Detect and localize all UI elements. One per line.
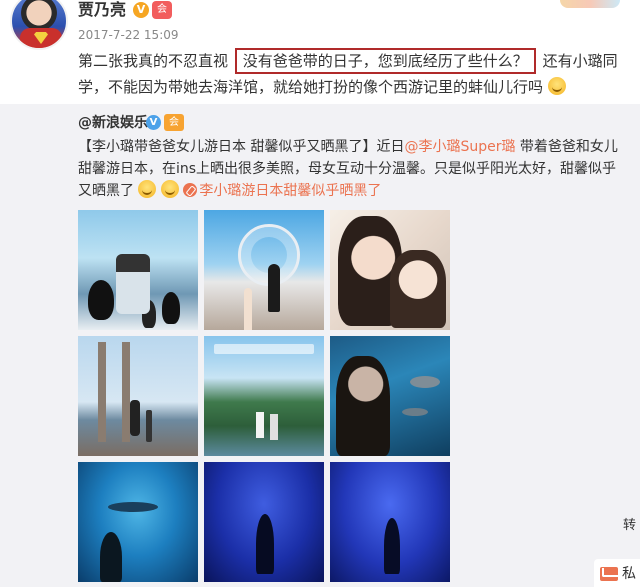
verified-badge-icon: V — [133, 2, 149, 18]
repost-text: 【李小璐带爸爸女儿游日本 甜馨似乎又晒黑了】近日@李小璐Super璐 带着爸爸和… — [78, 136, 626, 202]
photo-9[interactable] — [330, 462, 450, 582]
photo-2[interactable] — [204, 210, 324, 330]
laugh-emoji-icon — [138, 180, 157, 198]
repost-card: @新浪娱乐 V 会 【李小璐带爸爸女儿游日本 甜馨似乎又晒黑了】近日@李小璐Su… — [0, 104, 640, 587]
repost-topic: 【李小璐带爸爸女儿游日本 甜馨似乎又晒黑了】 — [78, 139, 377, 155]
author-name[interactable]: 贾乃亮 — [78, 0, 126, 20]
mention-link[interactable]: @李小璐Super璐 — [404, 139, 515, 155]
post-text: 第二张我真的不忍直视 没有爸爸带的日子，您到底经历了些什么？ 还有小璐同学，不能… — [78, 48, 623, 100]
post-text-before: 第二张我真的不忍直视 — [78, 52, 229, 70]
link-icon[interactable] — [183, 183, 198, 197]
photo-4[interactable] — [78, 336, 198, 456]
repost-member-icon: 会 — [164, 114, 184, 131]
laugh-emoji-icon-2 — [160, 180, 179, 198]
mail-icon — [600, 567, 618, 581]
repost-verified-icon: V — [146, 115, 161, 130]
member-badge-icon: 会 — [152, 1, 172, 19]
repost-text-1: 近日 — [376, 139, 405, 155]
photo-3[interactable] — [330, 210, 450, 330]
photo-6[interactable] — [330, 336, 450, 456]
photo-1[interactable] — [78, 210, 198, 330]
repost-author[interactable]: @新浪娱乐 — [78, 114, 148, 132]
private-message-label: 私 — [622, 566, 636, 582]
private-message-bar[interactable]: 私 — [594, 559, 640, 587]
article-link[interactable]: 李小璐游日本甜馨似乎晒黑了 — [199, 183, 381, 199]
card-decoration — [560, 0, 620, 8]
post-timestamp[interactable]: 2017-7-22 15:09 — [78, 28, 179, 42]
photo-8[interactable] — [204, 462, 324, 582]
photo-7[interactable] — [78, 462, 198, 582]
author-avatar[interactable] — [10, 0, 68, 50]
weibo-post: 贾乃亮 V 会 2017-7-22 15:09 第二张我真的不忍直视 没有爸爸带… — [0, 0, 640, 104]
smile-emoji-icon — [547, 77, 566, 95]
repost-side-label[interactable]: 转 — [623, 514, 636, 533]
highlighted-text: 没有爸爸带的日子，您到底经历了些什么？ — [234, 48, 536, 74]
photo-grid — [78, 210, 451, 582]
photo-5[interactable] — [204, 336, 324, 456]
